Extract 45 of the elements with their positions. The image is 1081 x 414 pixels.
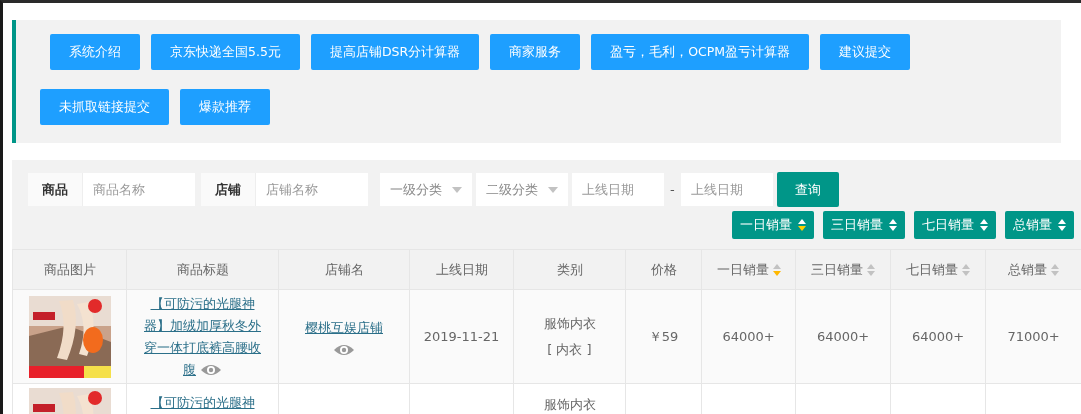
dropdown-arrow-icon [452,186,462,193]
date-field[interactable]: 上线日期 [680,173,773,206]
price-text: ￥59 [648,328,679,344]
eye-icon [333,342,355,357]
subcategory-text: [ 内衣 ] [546,340,593,359]
category-text: 服饰内衣 [542,314,597,333]
date-text: 2019-11-21 [423,329,500,344]
column-header: 商品标题 [126,249,279,290]
shop-name-field[interactable]: 店铺名称 [256,173,368,206]
nav-button[interactable]: 未抓取链接提交 [40,89,169,125]
nav-button[interactable]: 商家服务 [490,34,581,70]
nav-button[interactable]: 盈亏，毛利，OCPM盈亏计算器 [591,34,810,70]
date-separator: - [670,182,675,197]
category-dropdown[interactable]: 二级分类 [476,173,568,206]
nav-button[interactable]: 提高店铺DSR分计算器 [310,34,480,70]
eye-icon [200,363,222,377]
column-header: 商品图片 [12,249,127,290]
column-header[interactable]: 七日销量 [890,249,986,290]
category-dropdown[interactable]: 一级分类 [380,173,472,206]
date-field[interactable]: 上线日期 [572,173,664,206]
nav-button[interactable]: 京东快递全国5.5元 [151,34,300,70]
category-text: 服饰内衣 [542,396,597,414]
column-header[interactable]: 三日销量 [795,249,891,290]
sales-text: 64000+ [816,329,870,344]
product-name-field[interactable]: 商品名称 [83,173,195,206]
column-header[interactable]: 一日销量 [701,249,796,290]
column-header[interactable]: 总销量 [985,249,1081,290]
column-header: 价格 [625,249,702,290]
sort-button[interactable]: 七日销量 [914,211,996,239]
sales-text: 71000+ [1007,329,1060,344]
nav-button[interactable]: 爆款推荐 [180,89,270,125]
field-label: 店铺 [201,173,256,206]
sales-text: 64000+ [722,329,775,344]
sort-button[interactable]: 三日销量 [823,211,905,239]
sort-button[interactable]: 一日销量 [732,211,814,239]
column-header: 上线日期 [409,249,514,290]
nav-button[interactable]: 建议提交 [820,34,911,70]
sort-button[interactable]: 总销量 [1005,211,1074,239]
nav-button[interactable]: 系统介绍 [50,34,140,70]
column-header: 类别 [513,249,626,290]
dropdown-arrow-icon [548,186,558,193]
field-label: 商品 [28,173,83,206]
column-header: 店铺名 [278,249,410,290]
sales-text: 64000+ [911,329,965,344]
search-button[interactable]: 查询 [776,172,839,207]
